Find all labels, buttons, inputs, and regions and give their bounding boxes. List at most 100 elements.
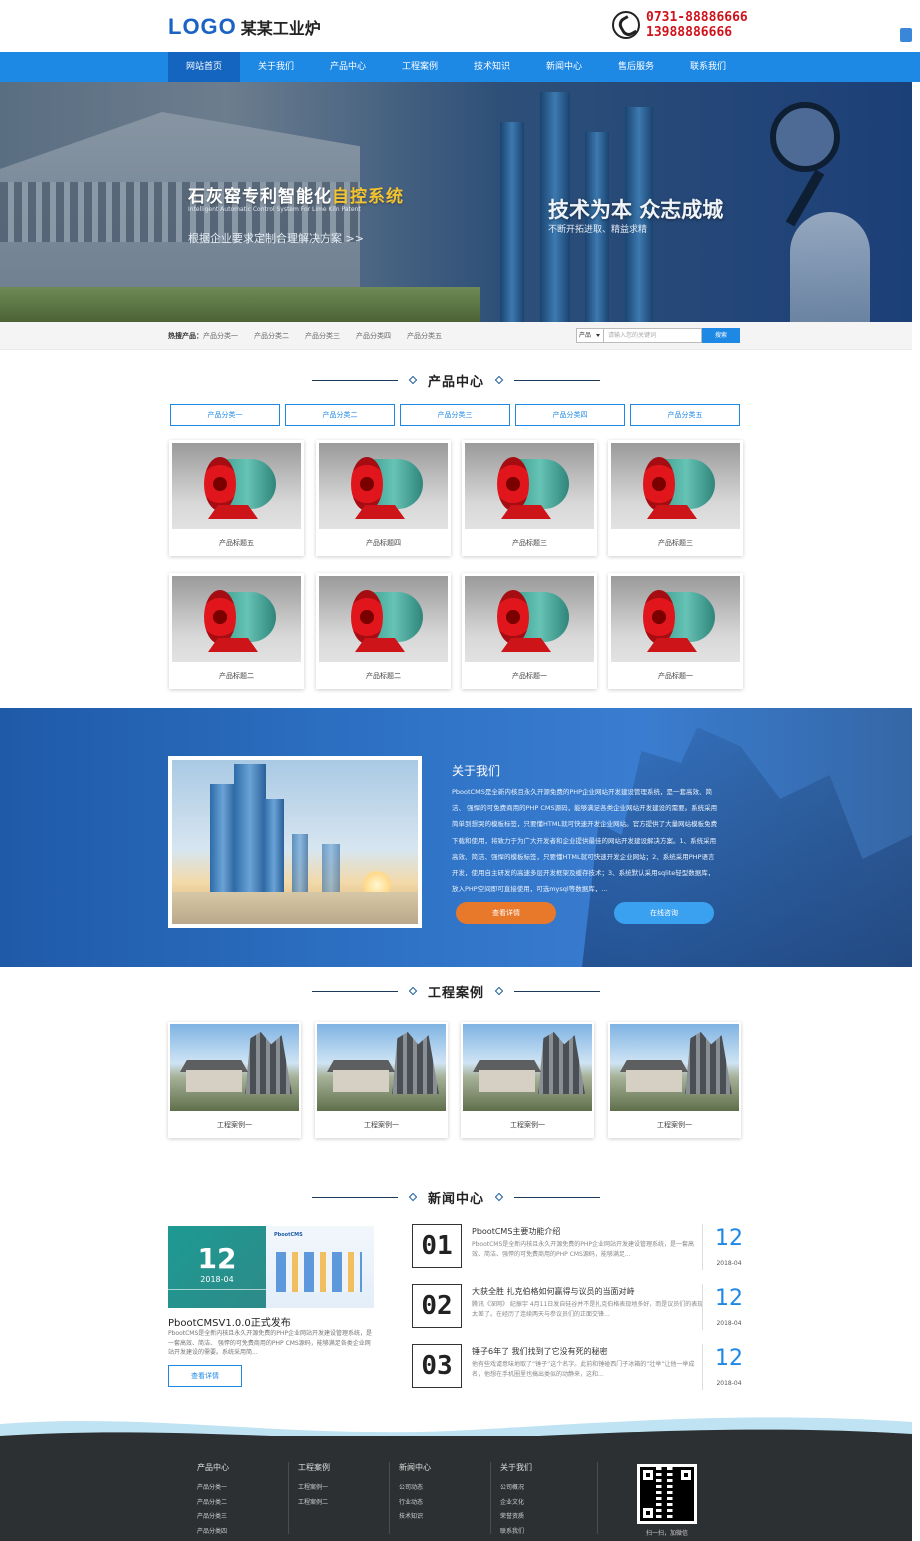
logo-mark: LOGO bbox=[168, 14, 237, 39]
side-float-tab[interactable] bbox=[900, 28, 912, 42]
product-card[interactable]: 产品标题一 bbox=[462, 573, 597, 689]
hot-item[interactable]: 产品分类五 bbox=[407, 331, 442, 341]
search-type-select[interactable]: 产品 bbox=[576, 328, 604, 343]
news-item-title[interactable]: 锤子6年了 我们找到了它没有死的秘密 bbox=[472, 1346, 608, 1357]
case-card[interactable]: 工程案例一 bbox=[461, 1022, 594, 1138]
footer-link[interactable]: 产品分类一 bbox=[197, 1481, 229, 1496]
wechat-qr-code bbox=[637, 1464, 697, 1524]
news-list-item[interactable]: 02 大获全胜 扎克伯格如何赢得与议员的当面对峙 腾讯《深网》 纪振宇 4月11… bbox=[412, 1284, 743, 1330]
footer-divider bbox=[389, 1462, 390, 1534]
case-card[interactable]: 工程案例一 bbox=[608, 1022, 741, 1138]
news-item-summary: PbootCMS是全新内核且永久开源免费的PHP企业网站开发建设管理系统，是一套… bbox=[472, 1241, 695, 1258]
footer-col-title[interactable]: 产品中心 bbox=[197, 1462, 229, 1473]
footer-link[interactable]: 公司动态 bbox=[399, 1481, 431, 1496]
product-title: 产品标题三 bbox=[512, 539, 547, 547]
nav-contact[interactable]: 联系我们 bbox=[672, 52, 744, 82]
nav-products[interactable]: 产品中心 bbox=[312, 52, 384, 82]
product-image bbox=[172, 443, 301, 529]
footer-link[interactable]: 荣誉资质 bbox=[500, 1510, 532, 1525]
product-title: 产品标题二 bbox=[366, 672, 401, 680]
footer-link[interactable]: 工程案例二 bbox=[298, 1496, 330, 1511]
product-card[interactable]: 产品标题四 bbox=[316, 440, 451, 556]
search-button[interactable]: 搜索 bbox=[702, 328, 740, 343]
hot-item[interactable]: 产品分类一 bbox=[203, 331, 238, 341]
hot-item[interactable]: 产品分类三 bbox=[305, 331, 340, 341]
nav-about[interactable]: 关于我们 bbox=[240, 52, 312, 82]
footer-col-title[interactable]: 新闻中心 bbox=[399, 1462, 431, 1473]
nav-cases[interactable]: 工程案例 bbox=[384, 52, 456, 82]
product-category-tab[interactable]: 产品分类二 bbox=[285, 404, 395, 426]
case-image bbox=[170, 1024, 299, 1111]
diamond-icon bbox=[408, 1192, 418, 1202]
footer-link[interactable]: 联系我们 bbox=[500, 1525, 532, 1540]
footer-col-about: 关于我们 公司概况 企业文化 荣誉资质 联系我们 bbox=[500, 1462, 532, 1539]
cases-section-title: 工程案例 bbox=[312, 981, 601, 1001]
featured-news-image[interactable]: 12 2018-04 PbootCMS bbox=[168, 1226, 374, 1308]
footer-link[interactable]: 技术知识 bbox=[399, 1510, 431, 1525]
hot-item[interactable]: 产品分类四 bbox=[356, 331, 391, 341]
footer-link[interactable]: 产品分类三 bbox=[197, 1510, 229, 1525]
product-card[interactable]: 产品标题三 bbox=[462, 440, 597, 556]
hot-search-bar: 热搜产品： 产品分类一 产品分类二 产品分类三 产品分类四 产品分类五 产品 请… bbox=[0, 322, 912, 350]
product-card[interactable]: 产品标题三 bbox=[608, 440, 743, 556]
product-card[interactable]: 产品标题二 bbox=[169, 573, 304, 689]
qr-caption: 扫一扫，加微信 bbox=[645, 1530, 688, 1537]
featured-news-more-button[interactable]: 查看详情 bbox=[168, 1365, 242, 1387]
site-logo[interactable]: LOGO 某某工业炉 bbox=[168, 14, 321, 40]
news-item-title[interactable]: 大获全胜 扎克伯格如何赢得与议员的当面对峙 bbox=[472, 1286, 635, 1297]
main-nav: 网站首页 关于我们 产品中心 工程案例 技术知识 新闻中心 售后服务 联系我们 bbox=[0, 52, 920, 82]
case-card[interactable]: 工程案例一 bbox=[315, 1022, 448, 1138]
nav-tech[interactable]: 技术知识 bbox=[456, 52, 528, 82]
diamond-icon bbox=[494, 1192, 504, 1202]
product-title: 产品标题一 bbox=[658, 672, 693, 680]
product-category-tab[interactable]: 产品分类四 bbox=[515, 404, 625, 426]
footer-col-title[interactable]: 工程案例 bbox=[298, 1462, 330, 1473]
case-card[interactable]: 工程案例一 bbox=[168, 1022, 301, 1138]
product-category-tab[interactable]: 产品分类一 bbox=[170, 404, 280, 426]
footer-col-title[interactable]: 关于我们 bbox=[500, 1462, 532, 1473]
footer-link[interactable]: 行业动态 bbox=[399, 1496, 431, 1511]
about-title: 关于我们 bbox=[452, 764, 501, 778]
footer-link[interactable]: 产品分类二 bbox=[197, 1496, 229, 1511]
hot-item[interactable]: 产品分类二 bbox=[254, 331, 289, 341]
nav-service[interactable]: 售后服务 bbox=[600, 52, 672, 82]
footer-link[interactable]: 工程案例一 bbox=[298, 1481, 330, 1496]
featured-news-summary: PbootCMS是全新内核且永久开源免费的PHP企业网站开发建设管理系统，是一套… bbox=[168, 1330, 373, 1356]
hotline: 0731-88886666 13988886666 bbox=[612, 10, 748, 40]
hot-label: 热搜产品： bbox=[168, 332, 203, 340]
product-card[interactable]: 产品标题一 bbox=[608, 573, 743, 689]
about-more-button[interactable]: 查看详情 bbox=[456, 902, 556, 924]
news-item-summary: 他有些戏谑意味地取了“锤子”这个名字。此前和锤碰西门子冰箱的“壮举”让他一举成名… bbox=[472, 1361, 695, 1378]
product-image bbox=[319, 443, 448, 529]
news-list-item[interactable]: 03 锤子6年了 我们找到了它没有死的秘密 他有些戏谑意味地取了“锤子”这个名字… bbox=[412, 1344, 743, 1390]
featured-news-month: 2018-04 bbox=[200, 1275, 234, 1284]
nav-home[interactable]: 网站首页 bbox=[168, 52, 240, 82]
news-item-month: 2018-04 bbox=[716, 1260, 742, 1267]
footer-divider bbox=[597, 1462, 598, 1534]
footer-link[interactable]: 企业文化 bbox=[500, 1496, 532, 1511]
product-card[interactable]: 产品标题二 bbox=[316, 573, 451, 689]
phone-number-1: 0731-88886666 bbox=[646, 10, 748, 25]
hero-banner[interactable]: 石灰窑专利智能化自控系统 Intelligent Automatic Contr… bbox=[0, 82, 912, 322]
search-input[interactable]: 请输入您的关键词 bbox=[604, 328, 702, 343]
banner-subtitle: 根据企业要求定制合理解决方案 >> bbox=[188, 232, 364, 245]
product-category-tab[interactable]: 产品分类三 bbox=[400, 404, 510, 426]
banner-slogan-sub: 不断开拓进取、精益求精 bbox=[548, 225, 648, 235]
news-list-item[interactable]: 01 PbootCMS主要功能介绍 PbootCMS是全新内核且永久开源免费的P… bbox=[412, 1224, 743, 1270]
online-consult-button[interactable]: 在线咨询 bbox=[614, 902, 714, 924]
news-item-summary: 腾讯《深网》 纪振宇 4月11日发自硅谷并不是扎克伯格表现地多好，而是议员们的表… bbox=[472, 1301, 704, 1318]
banner-hand bbox=[790, 212, 870, 322]
footer-link[interactable]: 产品分类四 bbox=[197, 1525, 229, 1540]
search-form: 产品 请输入您的关键词 搜索 bbox=[576, 328, 740, 343]
news-number: 03 bbox=[412, 1344, 462, 1388]
hot-products: 热搜产品： 产品分类一 产品分类二 产品分类三 产品分类四 产品分类五 bbox=[168, 331, 458, 341]
featured-news-title[interactable]: PbootCMSV1.0.0正式发布 bbox=[168, 1314, 291, 1329]
product-image bbox=[172, 576, 301, 662]
product-card[interactable]: 产品标题五 bbox=[169, 440, 304, 556]
product-image bbox=[611, 443, 740, 529]
news-item-title[interactable]: PbootCMS主要功能介绍 bbox=[472, 1226, 560, 1237]
phone-number-2: 13988886666 bbox=[646, 25, 733, 40]
nav-news[interactable]: 新闻中心 bbox=[528, 52, 600, 82]
product-category-tab[interactable]: 产品分类五 bbox=[630, 404, 740, 426]
footer-link[interactable]: 公司概况 bbox=[500, 1481, 532, 1496]
